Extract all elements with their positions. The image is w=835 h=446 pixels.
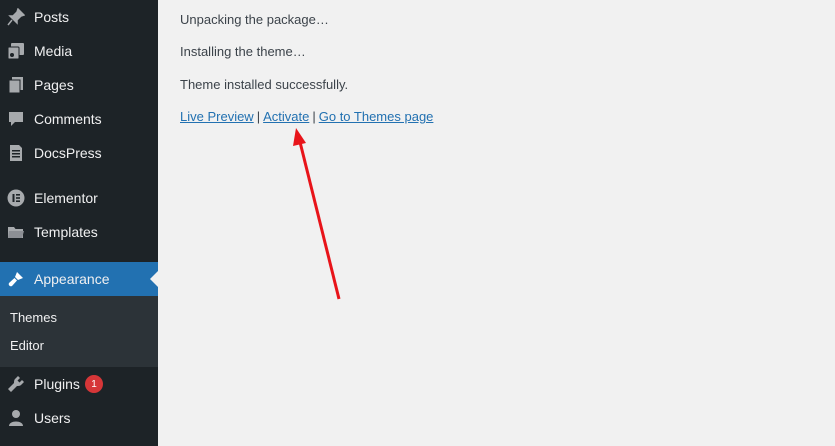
sidebar-item-label: Media: [34, 43, 73, 59]
submenu-item-editor[interactable]: Editor: [10, 338, 44, 353]
link-separator: |: [256, 109, 261, 124]
pages-icon: [7, 76, 25, 94]
sidebar-item-posts[interactable]: Posts: [0, 0, 158, 34]
sidebar-item-media[interactable]: Media: [0, 34, 158, 68]
theme-action-links: Live Preview | Activate | Go to Themes page: [180, 109, 433, 124]
appearance-submenu: Themes Editor: [0, 296, 158, 367]
submenu-item-themes[interactable]: Themes: [10, 310, 57, 325]
sidebar-item-templates[interactable]: Templates: [0, 215, 158, 249]
activate-link[interactable]: Activate: [263, 109, 309, 124]
sidebar-item-users[interactable]: Users: [0, 401, 158, 435]
elementor-icon: [7, 189, 25, 207]
admin-sidebar: Posts Media Pages Comments DocsPress Ele…: [0, 0, 158, 446]
sidebar-item-label: Comments: [34, 111, 102, 127]
plugin-icon: [7, 375, 25, 393]
pin-icon: [7, 8, 25, 26]
sidebar-item-appearance[interactable]: Appearance: [0, 262, 158, 296]
status-message-unpacking: Unpacking the package…: [180, 12, 329, 27]
active-indicator: [150, 271, 158, 287]
sidebar-item-label: Users: [34, 410, 71, 426]
media-icon: [7, 42, 25, 60]
live-preview-link[interactable]: Live Preview: [180, 109, 254, 124]
sidebar-item-label: Templates: [34, 224, 98, 240]
sidebar-item-docspress[interactable]: DocsPress: [0, 136, 158, 170]
sidebar-item-label: Pages: [34, 77, 74, 93]
sidebar-item-label: Posts: [34, 9, 70, 25]
user-icon: [7, 409, 25, 427]
sidebar-item-plugins[interactable]: Plugins 1: [0, 367, 158, 401]
sidebar-item-pages[interactable]: Pages: [0, 68, 158, 102]
themes-page-link[interactable]: Go to Themes page: [319, 109, 434, 124]
sidebar-item-comments[interactable]: Comments: [0, 102, 158, 136]
folder-icon: [7, 223, 25, 241]
document-icon: [7, 144, 25, 162]
brush-icon: [7, 270, 25, 288]
update-count-badge: 1: [85, 375, 103, 393]
sidebar-item-label: Elementor: [34, 190, 98, 206]
sidebar-item-label: Plugins: [34, 376, 80, 392]
status-message-success: Theme installed successfully.: [180, 77, 349, 92]
comment-icon: [7, 110, 25, 128]
link-separator: |: [312, 109, 316, 124]
sidebar-item-label: Appearance: [34, 271, 110, 287]
sidebar-item-label: DocsPress: [34, 145, 102, 161]
status-message-installing: Installing the theme…: [180, 44, 306, 59]
sidebar-item-elementor[interactable]: Elementor: [0, 181, 158, 215]
